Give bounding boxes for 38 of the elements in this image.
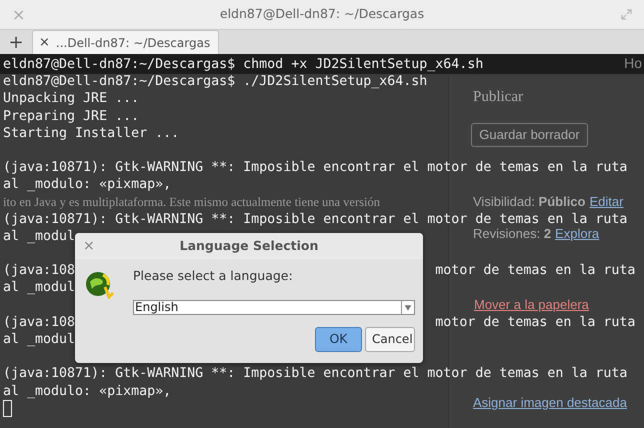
maximize-icon[interactable] [621, 9, 632, 20]
terminal-line: (java:10871): Gtk-WARNING **: Imposible encontrar el motor de temas en la ruta [3, 365, 628, 383]
trash-link[interactable]: Mover a la papelera [474, 295, 589, 314]
terminal-line: (java:108 [3, 262, 76, 280]
terminal-line: al _modulo: «pixmap», [3, 176, 172, 194]
page-corner-text: Ho [624, 55, 642, 72]
terminal-line: al _modulo: «pixmap», [3, 382, 172, 400]
language-dropdown[interactable]: English [133, 300, 415, 315]
save-draft-button[interactable]: Guardar borrador [471, 123, 588, 147]
sidebar-title: Publicar [473, 88, 523, 107]
dialog-prompt: Please select a language: [133, 267, 294, 285]
terminal-line-fragment: motor de temas en la ruta [435, 262, 636, 280]
terminal-line: Starting Installer ... [3, 124, 180, 142]
terminal-line: Unpacking JRE ... [3, 90, 140, 108]
tab[interactable]: × ...Dell-dn87: ~/Descargas [32, 30, 220, 54]
terminal-line-fragment: motor de temas en la ruta [435, 314, 636, 331]
page-body-text: ito en Java y es multiplataforma. Este mismo actualmente tiene una versión [3, 195, 380, 209]
dialog-button[interactable]: OK [315, 326, 362, 352]
terminal-line: (java:108 [3, 314, 76, 331]
featured-image-link[interactable]: Asignar imagen destacada [473, 393, 627, 412]
window-title: eldn87@Dell-dn87: ~/Descargas [220, 5, 424, 24]
terminal-line: al _modul [3, 331, 76, 348]
terminal-line: (java:10871): Gtk-WARNING **: Imposible encontrar el motor de temas en la ruta [3, 159, 628, 176]
dialog-title: Language Selection [180, 236, 318, 255]
dropdown-arrow-icon [401, 300, 414, 314]
revisions-label: Revisiones: 2 [473, 225, 552, 243]
tab-label: ...Dell-dn87: ~/Descargas [56, 34, 212, 52]
dialog-button[interactable]: Cancel [365, 326, 415, 352]
tab-close-button[interactable]: × [37, 32, 52, 52]
terminal-line: al _modul [3, 279, 76, 297]
edit-link[interactable]: Editar [589, 192, 624, 212]
terminal-line: eldn87@Dell-dn87:~/Descargas$ ./JD2SilentSetup_x64.sh [3, 73, 428, 90]
terminal-line: eldn87@Dell-dn87:~/Descargas$ chmod +x JD2SilentSetup_x64.sh [3, 56, 484, 74]
terminal-line: Preparing JRE ... [3, 108, 140, 125]
new-tab-button[interactable]: + [0, 30, 32, 54]
dialog-close-button[interactable]: × [83, 236, 95, 256]
terminal-line: al _modul [3, 228, 76, 246]
visibility-label: Visibilidad: Público [473, 193, 586, 211]
